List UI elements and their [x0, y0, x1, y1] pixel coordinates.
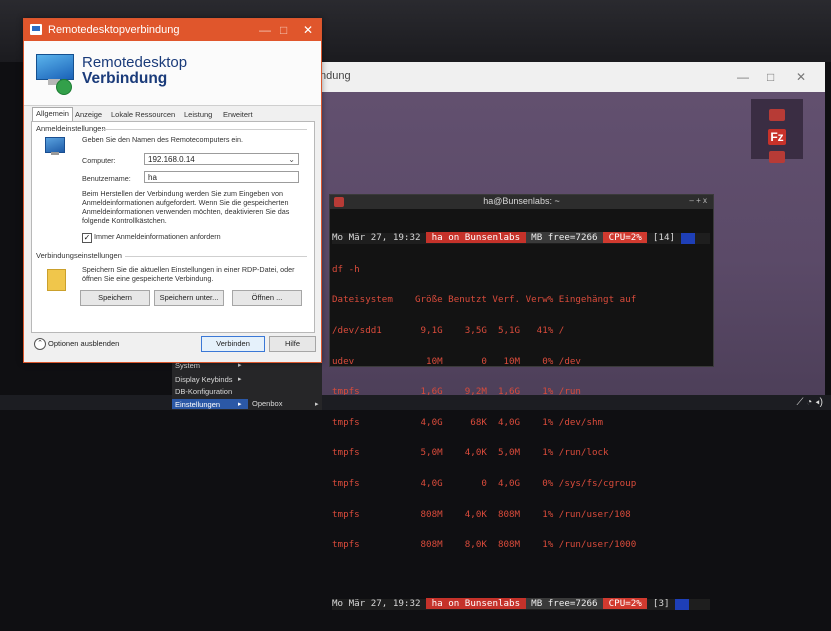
- always-ask-label[interactable]: Immer Anmeldeinformationen anfordern: [94, 232, 221, 241]
- terminal-titlebar[interactable]: ha@Bunsenlabs: ~ – + x: [330, 195, 713, 209]
- submenu-arrow-icon: ▸: [238, 376, 242, 383]
- login-hint: Geben Sie den Namen des Remotecomputers …: [82, 135, 244, 144]
- open-button[interactable]: Öffnen ...: [232, 290, 302, 306]
- df-row: /dev/sdd1 9,1G 3,5G 5,1G 41% /: [332, 325, 565, 337]
- terminal-window[interactable]: ha@Bunsenlabs: ~ – + x Mo Mär 27, 19:32 …: [329, 194, 714, 611]
- status-date: Mo Mär 27, 19:32: [332, 598, 421, 610]
- dialog-title: Remotedesktopverbindung: [48, 24, 180, 36]
- close-button[interactable]: ✕: [796, 70, 806, 84]
- tab-erweitert[interactable]: Erweitert: [220, 109, 256, 120]
- computer-value: 192.168.0.14: [148, 155, 195, 164]
- df-header: Dateisystem Größe Benutzt Verf. Verw% Ei…: [332, 294, 637, 306]
- status-host: ha on Bunsenlabs: [426, 598, 526, 610]
- submenu-item-openbox[interactable]: Openbox: [252, 399, 282, 408]
- status-indicator: [675, 599, 690, 610]
- tab-panel-allgemein: Anmeldeinstellungen Geben Sie den Namen …: [31, 121, 315, 333]
- command-line: df -h: [332, 263, 360, 275]
- status-window: [3]: [652, 598, 670, 610]
- save-button[interactable]: Speichern: [80, 290, 150, 306]
- header-title-line2: Verbindung: [82, 70, 168, 87]
- tab-leistung[interactable]: Leistung: [181, 109, 215, 120]
- app-icon[interactable]: [769, 151, 785, 163]
- remote-side-launcher: Fz: [751, 99, 803, 163]
- status-mem: MB free=7266: [525, 598, 604, 610]
- terminal-title: ha@Bunsenlabs: ~: [483, 196, 560, 206]
- terminal-window-controls[interactable]: – + x: [689, 196, 707, 205]
- df-row: tmpfs 4,0G 68K 4,0G 1% /dev/shm: [332, 416, 604, 428]
- taskbar: [0, 395, 831, 410]
- close-button[interactable]: ✕: [303, 23, 313, 37]
- tmux-status-bar: Mo Mär 27, 19:32 ha on Bunsenlabs MB fre…: [332, 232, 710, 245]
- dialog-titlebar[interactable]: Remotedesktopverbindung — □ ✕: [24, 19, 321, 41]
- menu-item-display-keybinds[interactable]: Display Keybinds: [175, 375, 233, 384]
- rdp-app-icon: [30, 24, 42, 35]
- status-window: [14]: [652, 232, 676, 244]
- remote-desktop-logo-icon: [36, 54, 74, 96]
- submenu-arrow-icon: ▸: [315, 401, 319, 408]
- maximize-button[interactable]: □: [767, 70, 774, 84]
- maximize-button[interactable]: □: [280, 23, 287, 37]
- minimize-button[interactable]: —: [737, 70, 749, 84]
- group-separator: [102, 129, 307, 130]
- df-row: tmpfs 808M 4,0K 808M 1% /run/user/108: [332, 508, 631, 520]
- terminal-output[interactable]: Mo Mär 27, 19:32 ha on Bunsenlabs MB fre…: [332, 213, 710, 631]
- df-row: tmpfs 5,0M 4,0K 5,0M 1% /run/lock: [332, 447, 609, 459]
- username-field[interactable]: ha: [144, 171, 299, 183]
- tab-allgemein[interactable]: Allgemein: [32, 107, 73, 122]
- df-row: udev 10M 0 10M 0% /dev: [332, 355, 581, 367]
- connect-button[interactable]: Verbinden: [201, 336, 265, 352]
- status-indicator: [680, 233, 695, 244]
- tmux-status-bar: Mo Mär 27, 19:32 ha on Bunsenlabs MB fre…: [332, 598, 710, 611]
- hide-options-link[interactable]: Optionen ausblenden: [48, 339, 119, 348]
- menu-item-db-config[interactable]: DB-Konfiguration: [175, 387, 232, 396]
- df-row: tmpfs 808M 8,0K 808M 1% /run/user/1000: [332, 539, 637, 551]
- connection-info: Speichern Sie die aktuellen Einstellunge…: [82, 265, 295, 283]
- status-mem: MB free=7266: [525, 232, 604, 244]
- username-label: Benutzername:: [82, 174, 131, 183]
- header-title-line1: Remotedesktop: [82, 54, 188, 71]
- rdp-session-titlebar[interactable]: ndung — □ ✕: [316, 62, 825, 92]
- submenu-arrow-icon: ▸: [238, 401, 242, 408]
- minimize-button[interactable]: —: [259, 23, 271, 37]
- status-host: ha on Bunsenlabs: [426, 232, 526, 244]
- status-cpu: CPU=2%: [603, 232, 648, 244]
- menu-item-einstellungen[interactable]: Einstellungen: [175, 400, 220, 409]
- computer-icon: [45, 137, 65, 155]
- computer-label: Computer:: [82, 156, 116, 165]
- rdp-dialog[interactable]: Remotedesktopverbindung — □ ✕ Remotedesk…: [23, 18, 322, 363]
- login-group-label: Anmeldeinstellungen: [36, 124, 106, 133]
- status-cpu: CPU=2%: [603, 598, 648, 610]
- help-button[interactable]: Hilfe: [269, 336, 316, 352]
- terminal-spacer: [332, 571, 710, 579]
- filezilla-icon[interactable]: Fz: [768, 129, 786, 145]
- dialog-header: Remotedesktop Verbindung: [24, 41, 321, 106]
- tab-lokale-ressourcen[interactable]: Lokale Ressourcen: [108, 109, 178, 120]
- save-as-button[interactable]: Speichern unter...: [154, 290, 224, 306]
- connection-group-label: Verbindungseinstellungen: [36, 251, 122, 260]
- always-ask-checkbox[interactable]: ✓: [82, 233, 92, 243]
- status-date: Mo Mär 27, 19:32: [332, 232, 421, 244]
- folder-icon: [47, 269, 66, 291]
- system-tray[interactable]: ⟋ ◔ ◂): [797, 397, 823, 408]
- rdp-session-title: ndung: [320, 70, 351, 82]
- tab-anzeige[interactable]: Anzeige: [72, 109, 105, 120]
- app-icon[interactable]: [769, 109, 785, 121]
- username-value: ha: [148, 173, 157, 182]
- computer-combobox[interactable]: 192.168.0.14 ⌄: [144, 153, 299, 165]
- group-separator: [125, 256, 307, 257]
- df-row: tmpfs 4,0G 0 4,0G 0% /sys/fs/cgroup: [332, 478, 637, 490]
- chevron-up-icon[interactable]: ⌃: [34, 338, 46, 350]
- chevron-down-icon[interactable]: ⌄: [288, 154, 295, 166]
- credentials-info: Beim Herstellen der Verbindung werden Si…: [82, 189, 290, 225]
